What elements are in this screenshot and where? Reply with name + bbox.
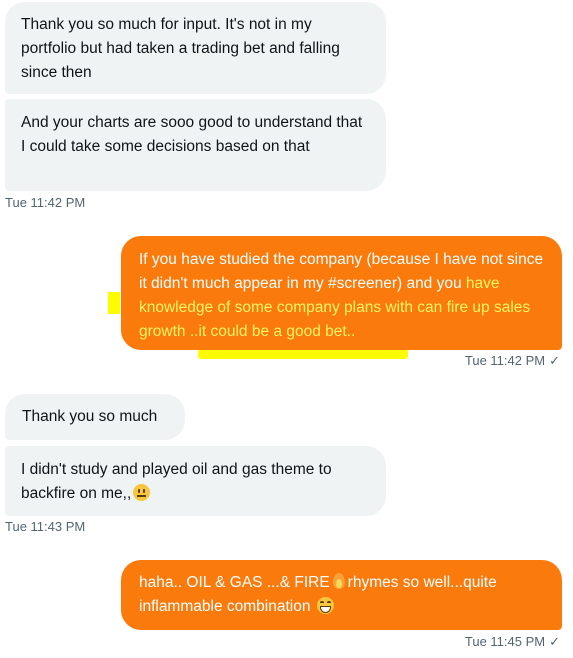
timestamp-text: Tue 11:45 PM [464, 634, 546, 649]
message-text: I didn't study and played oil and gas th… [21, 461, 332, 502]
incoming-message[interactable]: And your charts are sooo good to underst… [5, 99, 386, 191]
neutral-face-icon [133, 484, 151, 501]
timestamp-text: Tue 11:42 PM [464, 353, 546, 368]
message-text: Thank you so much [22, 408, 158, 425]
fire-icon [332, 573, 345, 589]
highlighter-stroke-left [108, 292, 120, 314]
outgoing-message[interactable]: haha.. OIL & GAS ...& FIRE rhymes so well… [121, 560, 562, 630]
message-text: Thank you so much for input. It's not in… [21, 16, 340, 81]
message-timestamp: Tue 11:42 PM [5, 195, 86, 210]
message-text: haha.. OIL & GAS ...& FIRE [139, 574, 330, 591]
incoming-message[interactable]: I didn't study and played oil and gas th… [5, 446, 386, 516]
incoming-message[interactable]: Thank you so much [5, 394, 185, 440]
message-timestamp: Tue 11:42 PM ✓ [465, 353, 560, 369]
message-timestamp: Tue 11:45 PM ✓ [465, 634, 560, 650]
grinning-face-icon [316, 597, 334, 614]
message-timestamp: Tue 11:43 PM [5, 519, 86, 534]
incoming-message[interactable]: Thank you so much for input. It's not in… [5, 2, 386, 94]
read-check-icon: ✓ [549, 634, 560, 649]
message-text: And your charts are sooo good to underst… [21, 114, 363, 155]
highlighter-stroke-bottom [198, 349, 408, 359]
read-check-icon: ✓ [549, 353, 560, 368]
outgoing-message[interactable]: If you have studied the company (because… [121, 236, 562, 350]
